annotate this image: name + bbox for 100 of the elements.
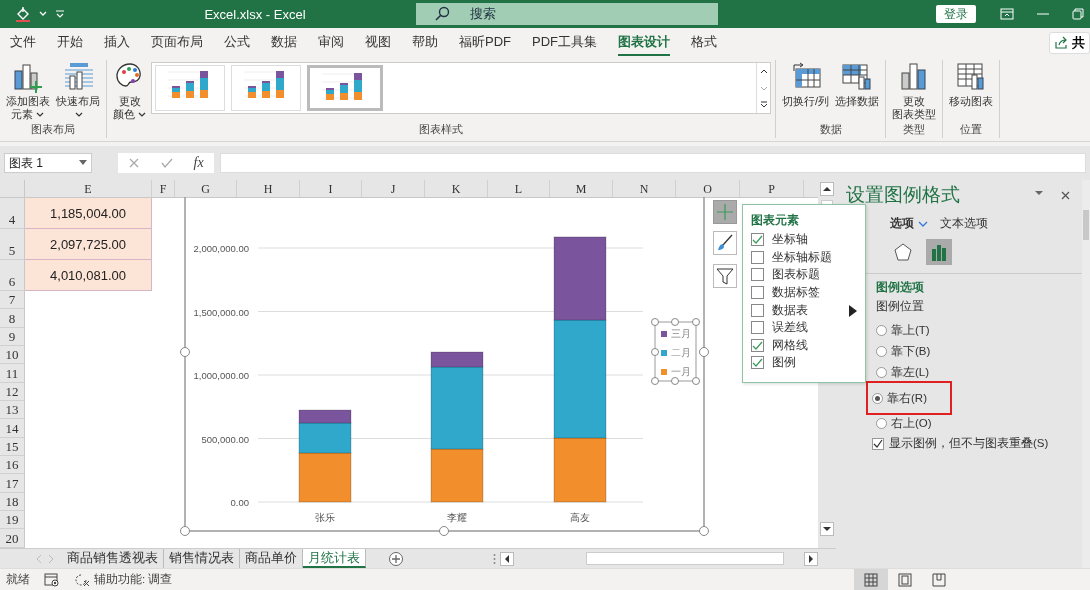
chart-style-thumbnail[interactable] bbox=[231, 65, 301, 111]
resize-handle[interactable] bbox=[671, 377, 679, 385]
scroll-left-button[interactable] bbox=[500, 551, 514, 566]
row-header[interactable]: 7 bbox=[0, 291, 25, 310]
resize-handle[interactable] bbox=[180, 526, 190, 536]
checkbox-item[interactable]: 坐标轴 bbox=[751, 231, 808, 249]
row-header[interactable]: 16 bbox=[0, 456, 25, 475]
checkbox-item[interactable]: 坐标轴标题 bbox=[751, 248, 832, 267]
ribbon-tab[interactable]: 文件 bbox=[10, 29, 36, 56]
chart-legend[interactable] bbox=[654, 321, 697, 382]
legend-options-tab[interactable] bbox=[926, 239, 952, 265]
checkbox-item[interactable]: 图例 bbox=[751, 354, 796, 372]
resize-handle[interactable] bbox=[651, 348, 659, 356]
scrollbar-thumb[interactable] bbox=[586, 552, 784, 565]
new-sheet-icon[interactable] bbox=[388, 550, 404, 567]
scroll-right-button[interactable] bbox=[804, 551, 818, 566]
column-header[interactable]: L bbox=[488, 180, 550, 197]
share-button[interactable]: 共 bbox=[1049, 31, 1090, 54]
ribbon-button[interactable]: 移动图表 bbox=[947, 60, 996, 122]
name-box[interactable]: 图表 1 bbox=[4, 153, 92, 173]
radio-option[interactable]: 右上(O) bbox=[872, 413, 952, 434]
resize-handle[interactable] bbox=[692, 377, 700, 385]
chart-style-thumbnail[interactable] bbox=[307, 65, 383, 111]
chart-style-thumbnail[interactable] bbox=[155, 65, 225, 111]
radio-option[interactable]: 靠右(R) bbox=[868, 383, 950, 413]
close-icon[interactable] bbox=[1061, 190, 1070, 200]
checkbox-item[interactable]: 数据标签 bbox=[751, 283, 820, 302]
ribbon-button[interactable]: 快速布局 bbox=[54, 60, 102, 122]
pane-tab[interactable]: 文本选项 bbox=[940, 216, 988, 231]
radio-option[interactable]: 靠上(T) bbox=[872, 320, 952, 341]
ribbon-button[interactable]: 更改 颜色 bbox=[111, 60, 149, 122]
submenu-arrow-icon[interactable] bbox=[849, 305, 857, 317]
resize-handle[interactable] bbox=[439, 526, 449, 536]
scroll-up-button[interactable] bbox=[820, 182, 834, 196]
restore-icon[interactable] bbox=[1072, 8, 1084, 20]
pentagon-icon[interactable] bbox=[894, 243, 912, 261]
ribbon-display-icon[interactable] bbox=[1000, 8, 1014, 20]
ribbon-tab[interactable]: 公式 bbox=[224, 29, 250, 56]
column-header[interactable]: O bbox=[676, 180, 740, 197]
ribbon-tab[interactable]: PDF工具集 bbox=[532, 29, 597, 56]
ribbon-tab[interactable]: 页面布局 bbox=[151, 29, 203, 56]
ribbon-tab[interactable]: 开始 bbox=[57, 29, 83, 56]
column-header[interactable]: M bbox=[550, 180, 613, 197]
customize-icon[interactable] bbox=[54, 8, 66, 20]
column-header[interactable]: H bbox=[237, 180, 300, 197]
dropdown-icon[interactable] bbox=[1035, 190, 1043, 196]
ribbon-button[interactable]: 更改 图表类型 bbox=[890, 60, 939, 122]
column-header[interactable]: N bbox=[613, 180, 676, 197]
ribbon-tab[interactable]: 帮助 bbox=[412, 29, 438, 56]
row-header[interactable]: 8 bbox=[0, 309, 25, 328]
ribbon-tab[interactable]: 格式 bbox=[691, 29, 717, 56]
accessibility-icon[interactable] bbox=[74, 572, 90, 587]
ribbon-button[interactable]: 切换行/列 bbox=[780, 60, 832, 122]
scroll-down-button[interactable] bbox=[820, 522, 834, 536]
row-header[interactable]: 19 bbox=[0, 511, 25, 530]
checkbox-item[interactable]: 网格线 bbox=[751, 336, 808, 355]
column-header[interactable]: I bbox=[300, 180, 362, 197]
paint-bucket-icon[interactable] bbox=[14, 5, 32, 23]
formula-input[interactable] bbox=[220, 153, 1086, 173]
search-field[interactable]: 搜索 bbox=[416, 3, 718, 25]
resize-handle[interactable] bbox=[699, 526, 709, 536]
column-header[interactable]: G bbox=[175, 180, 237, 197]
macro-record-icon[interactable] bbox=[44, 572, 60, 587]
chart-filters-button[interactable] bbox=[713, 264, 737, 288]
column-header[interactable]: J bbox=[362, 180, 425, 197]
resize-handle[interactable] bbox=[180, 347, 190, 357]
radio-option[interactable]: 靠下(B) bbox=[872, 341, 952, 362]
checkbox-item[interactable]: 图表标题 bbox=[751, 266, 820, 284]
ribbon-button[interactable]: 添加图表 元素 bbox=[4, 60, 52, 122]
ribbon-button[interactable]: 选择数据 bbox=[833, 60, 882, 122]
row-header[interactable]: 20 bbox=[0, 529, 25, 548]
row-header[interactable]: 11 bbox=[0, 364, 25, 383]
checkbox[interactable]: 显示图例，但不与图表重叠(S) bbox=[872, 436, 1049, 451]
row-header[interactable]: 6 bbox=[0, 260, 25, 291]
gallery-expand-icon[interactable] bbox=[758, 100, 769, 110]
row-header[interactable]: 17 bbox=[0, 474, 25, 493]
ribbon-tab[interactable]: 福昕PDF bbox=[459, 29, 511, 56]
insert-function-button[interactable]: fx bbox=[193, 155, 204, 171]
column-header[interactable]: K bbox=[425, 180, 488, 197]
resize-handle[interactable] bbox=[651, 318, 659, 326]
pane-tab[interactable]: 选项 bbox=[890, 216, 928, 231]
sign-in-button[interactable]: 登录 bbox=[936, 5, 976, 23]
cancel-icon[interactable] bbox=[128, 157, 141, 169]
ribbon-tab[interactable]: 数据 bbox=[271, 29, 297, 56]
row-header[interactable]: 10 bbox=[0, 346, 25, 365]
resize-handle[interactable] bbox=[651, 377, 659, 385]
view-button[interactable] bbox=[854, 568, 888, 590]
row-header[interactable]: 14 bbox=[0, 419, 25, 438]
column-header[interactable]: E bbox=[25, 180, 152, 197]
column-header[interactable]: F bbox=[152, 180, 175, 197]
enter-icon[interactable] bbox=[160, 157, 173, 169]
resize-handle[interactable] bbox=[699, 347, 709, 357]
sheet-tab[interactable]: 月统计表 bbox=[303, 549, 366, 568]
chart-styles-button[interactable] bbox=[713, 231, 737, 255]
radio-option[interactable]: 靠左(L) bbox=[872, 362, 952, 383]
row-header[interactable]: 5 bbox=[0, 229, 25, 260]
row-header[interactable]: 13 bbox=[0, 401, 25, 420]
ribbon-tab[interactable]: 插入 bbox=[104, 29, 130, 56]
ribbon-tab[interactable]: 视图 bbox=[365, 29, 391, 56]
scrollbar[interactable] bbox=[1082, 180, 1090, 568]
